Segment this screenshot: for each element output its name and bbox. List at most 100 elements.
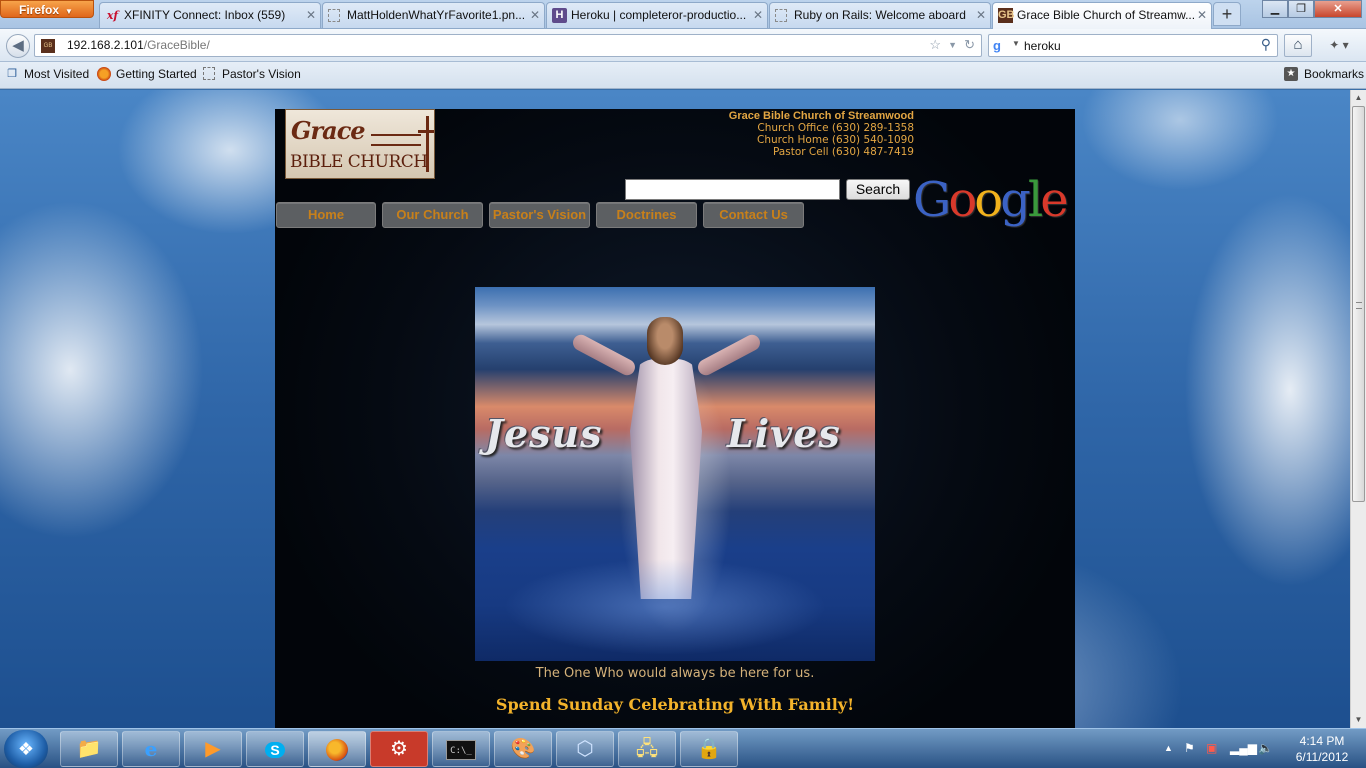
nav-pastors-vision[interactable]: Pastor's Vision [489, 202, 590, 228]
show-hidden-icons-icon[interactable]: ▲ [1164, 743, 1173, 753]
water-reflection [475, 547, 875, 661]
close-icon[interactable]: ✕ [753, 3, 763, 27]
vertical-scrollbar[interactable]: ▲ ▼ [1350, 90, 1366, 728]
firefox-icon[interactable] [308, 731, 366, 767]
address-bar[interactable]: GB 192.168.2.101/GraceBible/ ☆ ▼ ↻ [34, 34, 982, 57]
taskbar-clock[interactable]: 4:14 PM 6/11/2012 [1282, 733, 1362, 765]
bookmark-getting-started[interactable]: Getting Started [97, 67, 197, 81]
url-text[interactable]: 192.168.2.101/GraceBible/ [67, 38, 210, 52]
navigation-toolbar: ◀ GB 192.168.2.101/GraceBible/ ☆ ▼ ↻ g ▼… [0, 29, 1366, 62]
scroll-thumb[interactable] [1352, 106, 1365, 502]
search-bar[interactable]: g ▼ ⚲ [988, 34, 1278, 57]
windows-explorer-icon[interactable]: 📁 [60, 731, 118, 767]
settings-gear-icon[interactable]: ⚙ [370, 731, 428, 767]
google-search-button[interactable]: Search [846, 179, 910, 200]
pastor-cell-phone: Pastor Cell (630) 487-7419 [772, 146, 914, 158]
firefox-menu-button[interactable]: Firefox ▼ [0, 0, 94, 18]
blank-page-icon [203, 67, 215, 80]
url-path: /GraceBible/ [143, 38, 210, 52]
church-logo[interactable]: Grace BIBLE CHURCH [285, 109, 435, 179]
tab-image-file[interactable]: MattHoldenWhatYrFavorite1.pn... ✕ [322, 2, 545, 28]
google-letter: l [1027, 172, 1043, 228]
jesus-lives-image: Jesus Lives [475, 287, 875, 661]
image-file-icon [328, 9, 340, 22]
star-icon: ★ [1283, 67, 1298, 81]
google-icon[interactable]: g [993, 38, 1009, 54]
skype-icon[interactable]: S [246, 731, 304, 767]
tab-rails[interactable]: Ruby on Rails: Welcome aboard ✕ [769, 2, 991, 28]
virtualbox-icon[interactable]: ⬡ [556, 731, 614, 767]
bookmark-label: Most Visited [24, 67, 90, 81]
history-dropdown-icon[interactable]: ▼ [948, 40, 957, 50]
logo-lines [371, 134, 421, 146]
tab-xfinity[interactable]: xf XFINITY Connect: Inbox (559) ✕ [99, 2, 321, 28]
main-navigation: Home Our Church Pastor's Vision Doctrine… [275, 202, 815, 228]
scroll-down-icon[interactable]: ▼ [1351, 712, 1366, 728]
image-caption: The One Who would always be here for us. [535, 666, 815, 681]
minimize-icon: ▁ [1270, 3, 1280, 15]
addon-button[interactable]: ✦ ▾ [1318, 34, 1360, 57]
windows-logo-icon: ❖ [17, 739, 35, 759]
plus-icon: + [1221, 4, 1233, 24]
google-search-input[interactable] [625, 179, 840, 200]
grace-favicon: GB [998, 8, 1015, 23]
media-player-icon[interactable]: ▶ [184, 731, 242, 767]
volume-icon[interactable]: 🔈 [1258, 741, 1273, 755]
back-button[interactable]: ◀ [6, 34, 30, 58]
contact-info: Grace Bible Church of Streamwood Church … [729, 110, 914, 158]
url-host: 192.168.2.101 [67, 38, 144, 52]
paint-icon[interactable]: 🎨 [494, 731, 552, 767]
tab-title: Heroku | completeror-productio... [571, 8, 747, 22]
church-page: Grace BIBLE CHURCH Grace Bible Church of… [275, 109, 1075, 728]
scroll-up-icon[interactable]: ▲ [1351, 90, 1366, 106]
reload-icon[interactable]: ↻ [964, 37, 975, 53]
tab-grace-bible[interactable]: GB Grace Bible Church of Streamw... ✕ [992, 2, 1212, 29]
logo-word-bible-church: BIBLE CHURCH [290, 152, 428, 172]
church-name: Grace Bible Church of Streamwood [728, 110, 914, 122]
search-input[interactable] [1024, 37, 1244, 54]
remote-desktop-icon[interactable]: 🖧 [618, 731, 676, 767]
window-close-button[interactable]: ✕ [1314, 0, 1362, 18]
bookmark-pastors-vision[interactable]: Pastor's Vision [203, 67, 301, 81]
close-icon[interactable]: ✕ [530, 3, 540, 27]
action-center-flag-icon[interactable]: ⚑ [1184, 741, 1195, 755]
bookmark-most-visited[interactable]: ❐ Most Visited [5, 67, 89, 81]
maximize-button[interactable]: ❐ [1288, 0, 1314, 18]
minimize-button[interactable]: ▁ [1262, 0, 1288, 18]
puzzle-icon: ✦ ▾ [1329, 38, 1349, 52]
figure-head [647, 317, 683, 365]
clock-time: 4:14 PM [1299, 734, 1345, 748]
close-icon[interactable]: ✕ [306, 3, 316, 27]
tab-title: Grace Bible Church of Streamw... [1017, 8, 1196, 22]
bookmark-star-icon[interactable]: ☆ [929, 37, 941, 53]
bookmarks-menu-label: Bookmarks [1303, 67, 1364, 81]
security-alert-icon[interactable]: ▣ [1206, 741, 1217, 755]
command-prompt-icon[interactable]: C:\_ [432, 731, 490, 767]
close-icon[interactable]: ✕ [976, 3, 986, 27]
bookmark-label: Pastor's Vision [222, 67, 301, 81]
nav-our-church[interactable]: Our Church [382, 202, 483, 228]
tab-title: Ruby on Rails: Welcome aboard [794, 8, 966, 22]
tagline-heading: Spend Sunday Celebrating With Family! [495, 695, 855, 714]
google-letter: g [1000, 172, 1031, 228]
search-icon[interactable]: ⚲ [1261, 36, 1271, 53]
internet-explorer-icon[interactable]: e [122, 731, 180, 767]
nav-home[interactable]: Home [276, 202, 376, 228]
network-signal-icon[interactable]: ▂▄▆ [1230, 741, 1257, 755]
close-icon: ✕ [1333, 3, 1343, 15]
home-button[interactable]: ⌂ [1284, 34, 1312, 57]
cross-bar [418, 130, 434, 133]
nav-contact-us[interactable]: Contact Us [703, 202, 804, 228]
chevron-down-icon[interactable]: ▼ [1012, 39, 1020, 48]
chevron-down-icon: ▼ [65, 7, 73, 16]
google-letter: G [913, 172, 951, 228]
bookmarks-menu-button[interactable]: ★ Bookmarks [1283, 67, 1364, 81]
vpn-lock-icon[interactable]: 🔒 [680, 731, 738, 767]
tab-heroku[interactable]: H Heroku | completeror-productio... ✕ [546, 2, 768, 28]
nav-doctrines[interactable]: Doctrines [596, 202, 697, 228]
new-tab-button[interactable]: + [1213, 2, 1241, 26]
close-icon[interactable]: ✕ [1197, 3, 1207, 27]
google-logo[interactable]: Google [913, 171, 1069, 229]
tab-title: XFINITY Connect: Inbox (559) [124, 8, 286, 22]
start-button[interactable]: ❖ [4, 730, 48, 768]
